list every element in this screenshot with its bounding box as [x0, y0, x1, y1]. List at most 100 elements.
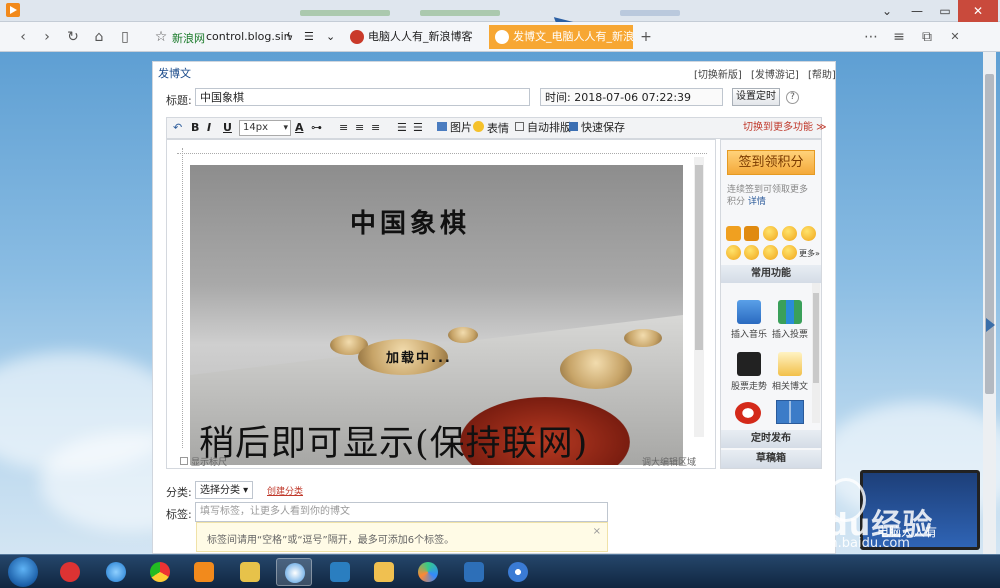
taskbar-folder-icon[interactable] [366, 558, 402, 586]
emoji-icon[interactable] [726, 245, 741, 260]
create-category-link[interactable]: 创建分类 [267, 484, 303, 497]
taskbar-pinwheel-icon[interactable] [410, 558, 446, 586]
taskbar-app-icon[interactable] [456, 558, 492, 586]
font-size-select[interactable]: 14px [239, 120, 291, 136]
numbered-list-icon[interactable]: ☰ [413, 121, 423, 135]
quick-save-label: 快速保存 [581, 121, 625, 134]
taskbar-remote-icon[interactable] [322, 558, 358, 586]
quick-save-button[interactable]: 快速保存 [569, 121, 625, 135]
show-ruler-label: 显示标尺 [191, 458, 228, 468]
link-icon[interactable]: ⊶ [311, 121, 322, 135]
address-bar[interactable]: control.blog.sin [206, 30, 291, 43]
more-features-link[interactable]: 切换到更多功能 ≫ [743, 121, 827, 135]
tag-input[interactable]: 填写标签，让更多人看到你的博文 [195, 502, 608, 522]
tab-blog-home[interactable]: 电脑人人有_新浪博客 [344, 25, 484, 49]
drafts-header[interactable]: 草稿箱 [721, 450, 821, 468]
layout-template-icon[interactable] [776, 400, 804, 424]
undo-icon[interactable]: ↶ [173, 121, 182, 135]
taskbar-dots-icon[interactable] [500, 558, 536, 586]
page-scrollbar[interactable] [983, 52, 996, 554]
related-posts-button[interactable]: 相关博文 [770, 352, 810, 392]
sidebar-scroll-thumb[interactable] [813, 293, 819, 383]
auto-layout-button[interactable]: 自动排版 [515, 121, 571, 135]
insert-vote-button[interactable]: 插入投票 [770, 300, 810, 340]
close-button[interactable]: ✕ [958, 0, 998, 22]
weibo-icon[interactable] [735, 402, 761, 424]
bullet-list-icon[interactable]: ☰ [397, 121, 407, 135]
emoji-icon[interactable] [782, 226, 797, 241]
taskbar-ie-icon[interactable] [98, 558, 134, 586]
blurred-bookmark [620, 10, 680, 16]
schedule-publish-header[interactable]: 定时发布 [721, 430, 821, 448]
bookmark-sina[interactable]: 新浪网 [172, 30, 205, 46]
tag-tip-text: 标签间请用“空格”或“逗号”隔开，最多可添加6个标签。 [207, 535, 455, 546]
details-link[interactable]: 详情 [748, 197, 766, 207]
travel-post-link[interactable]: [发博游记] [751, 70, 799, 81]
category-select[interactable]: 选择分类 ▾ [195, 481, 253, 499]
emoji-icon[interactable] [763, 245, 778, 260]
back-icon[interactable]: ‹ [14, 28, 32, 46]
expand-arrow-icon[interactable] [986, 318, 995, 332]
insert-music-button[interactable]: 插入音乐 [729, 300, 769, 340]
sidebar-scrollbar[interactable] [812, 283, 820, 423]
align-center-icon[interactable]: ≡ [355, 121, 364, 135]
stock-trend-button[interactable]: 股票走势 [729, 352, 769, 392]
reader-icon[interactable]: ▯ [116, 28, 134, 46]
editor-scroll-thumb[interactable] [695, 165, 703, 350]
emoji-icon[interactable] [744, 226, 759, 241]
start-button-icon[interactable] [8, 557, 38, 587]
emoji-icon[interactable] [801, 226, 816, 241]
home-icon[interactable]: ⌂ [90, 28, 108, 46]
time-field[interactable]: 时间: 2018-07-06 07:22:39 [540, 88, 723, 106]
star-icon[interactable]: ☆ [152, 28, 170, 46]
scrollbar-thumb[interactable] [985, 74, 994, 394]
underline-button[interactable]: U [223, 121, 232, 135]
help-icon[interactable]: ? [786, 91, 799, 104]
set-time-button[interactable]: 设置定时 [732, 88, 780, 106]
maximize-button[interactable]: ▭ [928, 0, 962, 22]
taskbar-chrome-icon[interactable] [142, 558, 178, 586]
menu-chevron-icon[interactable]: ⌄ [870, 0, 904, 22]
restore-icon[interactable]: ⧉ [918, 28, 936, 46]
tag-tip-box: 标签间请用“空格”或“逗号”隔开，最多可添加6个标签。 × [196, 522, 608, 552]
bolt-icon[interactable]: ϟ [286, 30, 293, 43]
taskbar-browser-active-icon[interactable] [276, 558, 312, 586]
tab-post-blog[interactable]: 发博文_电脑人人有_新浪博 [489, 25, 633, 49]
font-color-button[interactable]: A [295, 121, 304, 135]
list-icon[interactable]: ☰ [304, 30, 314, 43]
help-link[interactable]: [帮助] [808, 70, 836, 81]
taskbar-media-player-icon[interactable] [186, 558, 222, 586]
more-icon[interactable]: ⋯ [862, 28, 880, 46]
show-ruler-checkbox[interactable]: 显示标尺 [180, 455, 227, 468]
editor-scrollbar[interactable] [694, 157, 704, 437]
checkbox-icon [180, 457, 188, 465]
tool-label: 相关博文 [771, 382, 808, 392]
align-left-icon[interactable]: ≡ [339, 121, 348, 135]
title-input[interactable]: 中国象棋 [195, 88, 530, 106]
browser-icon [285, 563, 305, 583]
align-right-icon[interactable]: ≡ [371, 121, 380, 135]
taskbar-chinese-chess-icon[interactable] [52, 558, 88, 586]
dropdown-icon[interactable]: ⌄ [326, 30, 335, 43]
bold-button[interactable]: B [191, 121, 199, 135]
enlarge-editor-link[interactable]: 调大编辑区域 [642, 455, 696, 468]
forward-icon[interactable]: › [38, 28, 56, 46]
taskbar-explorer-icon[interactable] [232, 558, 268, 586]
tag-tip-close-icon[interactable]: × [593, 526, 601, 537]
new-tab-button[interactable]: + [637, 28, 655, 46]
menu-icon[interactable]: ≡ [890, 28, 908, 46]
switch-new-version-link[interactable]: [切换新版] [694, 70, 742, 81]
emoji-icon[interactable] [744, 245, 759, 260]
emoji-more-link[interactable]: 更多» [799, 248, 820, 259]
insert-image-button[interactable]: 图片 [437, 121, 472, 135]
emoji-icon[interactable] [726, 226, 741, 241]
close-tab-icon[interactable]: ✕ [946, 28, 964, 46]
browser-toolbar: ‹ › ↻ ⌂ ▯ ☆ 新浪网 control.blog.sin ϟ ☰ ⌄ 电… [0, 22, 1000, 52]
refresh-icon[interactable]: ↻ [64, 28, 82, 46]
insert-emoji-button[interactable]: 表情 [473, 121, 509, 136]
emoji-icon[interactable] [763, 226, 778, 241]
emoji-icon[interactable] [782, 245, 797, 260]
image-label: 图片 [450, 121, 472, 134]
sign-in-button[interactable]: 签到领积分 [727, 150, 815, 175]
italic-button[interactable]: I [207, 121, 211, 135]
